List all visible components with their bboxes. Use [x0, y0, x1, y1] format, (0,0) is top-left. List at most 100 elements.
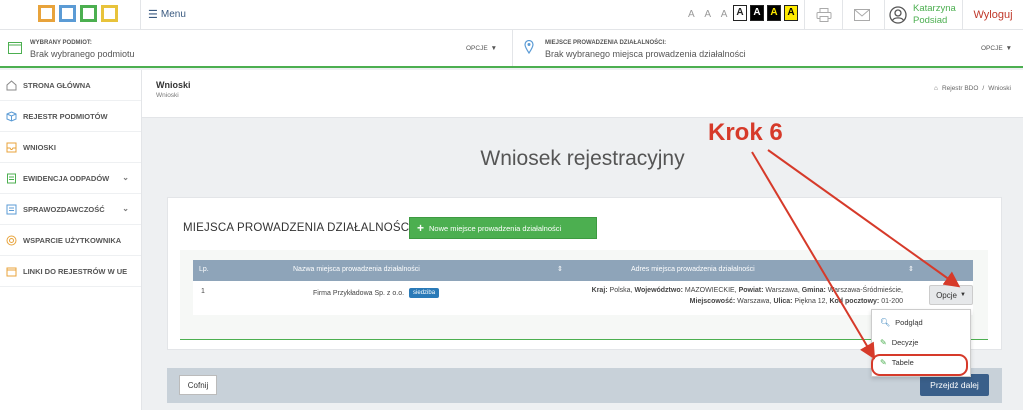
- table-row: 1 Firma Przykładowa Sp. z o.o. siedziba …: [193, 281, 973, 315]
- addr-value: Piękna 12,: [792, 298, 830, 305]
- breadcrumb-home-icon: ⌂: [934, 85, 938, 92]
- sort-icon[interactable]: ⇕: [557, 265, 563, 273]
- sidebar-item-label: STRONA GŁÓWNA: [23, 80, 91, 90]
- sidebar-item-reporting[interactable]: SPRAWOZDAWCZOŚĆ ⌄: [0, 194, 141, 225]
- sidebar-item-home[interactable]: STRONA GŁÓWNA: [0, 70, 141, 101]
- subject-options-dropdown[interactable]: OPCJE ▼: [466, 45, 497, 52]
- sidebar-item-registry[interactable]: REJESTR PODMIOTÓW: [0, 101, 141, 132]
- addr-value: MAZOWIECKIE,: [682, 287, 739, 294]
- caret-down-icon: ▼: [1005, 45, 1013, 52]
- column-header-address[interactable]: Adres miejsca prowadzenia działalności: [631, 266, 755, 273]
- header-divider: [140, 0, 141, 30]
- bdo-logo[interactable]: [38, 5, 118, 22]
- caret-down-icon: ▼: [959, 292, 966, 298]
- addr-value: Warszawa,: [735, 298, 774, 305]
- menu-button[interactable]: ☰ Menu: [148, 8, 186, 21]
- breadcrumb-separator: /: [982, 85, 985, 92]
- edit-icon: ✎: [880, 337, 887, 347]
- menu-item-label: Podgląd: [895, 317, 923, 327]
- annotation-label: Krok 6: [708, 119, 783, 146]
- mail-button[interactable]: [842, 0, 880, 30]
- cube-icon: [6, 110, 17, 122]
- addr-key: Kod pocztowy:: [829, 298, 880, 305]
- top-header: ☰ Menu A A A A A A A Katarzyna Podsiad W…: [0, 0, 1023, 30]
- user-icon: [889, 6, 907, 24]
- cell-name: Firma Przykładowa Sp. z o.o. siedziba: [313, 288, 440, 298]
- logout-link[interactable]: Wyloguj: [962, 0, 1023, 30]
- add-location-label: Nowe miejsce prowadzenia działalności: [429, 223, 562, 233]
- addr-value: 01-200: [879, 298, 903, 305]
- row-options-label: Opcje: [936, 290, 957, 300]
- sidebar-item-waste-records[interactable]: EWIDENCJA ODPADÓW ⌄: [0, 163, 141, 194]
- add-location-button[interactable]: + Nowe miejsce prowadzenia działalności: [409, 217, 597, 239]
- chevron-down-icon: ⌄: [122, 173, 129, 182]
- mail-icon: [853, 9, 870, 21]
- contrast-dark-yellow-button[interactable]: A: [767, 5, 781, 21]
- subject-bar: WYBRANY PODMIOT: Brak wybranego podmiotu…: [0, 30, 1023, 68]
- page-header: Wnioski Wnioski ⌂ Rejestr BDO / Wnioski: [142, 70, 1023, 118]
- column-header-name[interactable]: Nazwa miejsca prowadzenia działalności: [293, 266, 420, 273]
- chevron-down-icon: ⌄: [122, 204, 129, 213]
- inbox-icon: [6, 142, 17, 152]
- map-pin-icon: [524, 40, 534, 54]
- logo-square-1: [38, 5, 55, 22]
- document-icon: [7, 173, 16, 183]
- column-header-lp[interactable]: Lp.: [199, 266, 209, 273]
- folder-icon: [6, 267, 17, 276]
- contrast-yellow-button[interactable]: A: [784, 5, 798, 21]
- menu-item-decisions[interactable]: ✎ Decyzje: [872, 332, 970, 352]
- contrast-dark-button[interactable]: A: [750, 5, 764, 21]
- back-button[interactable]: Cofnij: [179, 375, 217, 395]
- search-icon: 🔍︎: [880, 317, 891, 327]
- sidebar-item-eu-links[interactable]: LINKI DO REJESTRÓW W UE: [0, 256, 141, 287]
- status-badge: siedziba: [409, 288, 440, 298]
- font-size-controls[interactable]: A A A: [688, 9, 731, 20]
- plus-icon: +: [417, 221, 425, 235]
- sidebar: STRONA GŁÓWNA REJESTR PODMIOTÓW WNIOSKI …: [0, 70, 142, 410]
- sidebar-item-label: LINKI DO REJESTRÓW W UE: [23, 266, 128, 276]
- home-icon: [6, 79, 17, 90]
- sort-icon[interactable]: ⇕: [908, 265, 914, 273]
- subject-bar-divider: [512, 30, 513, 66]
- contrast-normal-button[interactable]: A: [733, 5, 747, 21]
- addr-key: Powiat:: [738, 287, 764, 294]
- cell-address: Kraj: Polska, Województwo: MAZOWIECKIE, …: [573, 285, 903, 307]
- logo-square-4: [101, 5, 118, 22]
- sidebar-item-applications[interactable]: WNIOSKI: [0, 132, 141, 163]
- row-options-button[interactable]: Opcje ▼: [929, 285, 973, 305]
- print-icon: [816, 8, 831, 22]
- print-button[interactable]: [804, 0, 842, 30]
- addr-value: Warszawa,: [763, 287, 802, 294]
- location-name: Firma Przykładowa Sp. z o.o.: [313, 289, 405, 297]
- place-label: MIEJSCE PROWADZENIA DZIAŁALNOŚCI:: [545, 40, 667, 46]
- main-title: Wniosek rejestracyjny: [480, 147, 685, 170]
- user-first-name: Katarzyna: [913, 3, 956, 14]
- window-icon: [8, 42, 22, 54]
- place-options-label: OPCJE: [981, 45, 1003, 52]
- report-icon: [6, 204, 17, 214]
- page-subtitle: Wnioski: [156, 92, 179, 99]
- hamburger-icon: ☰: [148, 9, 158, 21]
- next-button[interactable]: Przejdź dalej: [920, 374, 989, 396]
- addr-key: Województwo:: [634, 287, 683, 294]
- sidebar-item-label: REJESTR PODMIOTÓW: [23, 111, 108, 121]
- sidebar-item-support[interactable]: WSPARCIE UŻYTKOWNIKA: [0, 225, 141, 256]
- place-options-dropdown[interactable]: OPCJE ▼: [981, 45, 1012, 52]
- contrast-controls: A A A A: [733, 5, 798, 21]
- help-icon: [6, 235, 17, 245]
- breadcrumb-item-applications: Wnioski: [988, 85, 1011, 92]
- logo-square-3: [80, 5, 97, 22]
- highlight-circle: [871, 354, 968, 376]
- addr-value: Polska,: [607, 287, 635, 294]
- subject-label: WYBRANY PODMIOT:: [30, 40, 92, 46]
- breadcrumb-item-registry[interactable]: Rejestr BDO: [942, 85, 978, 92]
- menu-item-label: Decyzje: [891, 337, 919, 347]
- subject-value: Brak wybranego podmiotu: [30, 49, 135, 59]
- user-profile[interactable]: Katarzyna Podsiad: [884, 0, 956, 30]
- sidebar-item-label: WNIOSKI: [23, 142, 56, 152]
- addr-key: Gmina:: [801, 287, 826, 294]
- cell-lp: 1: [201, 288, 205, 295]
- user-last-name: Podsiad: [913, 15, 948, 26]
- menu-item-preview[interactable]: 🔍︎ Podgląd: [872, 312, 970, 332]
- caret-down-icon: ▼: [490, 45, 498, 52]
